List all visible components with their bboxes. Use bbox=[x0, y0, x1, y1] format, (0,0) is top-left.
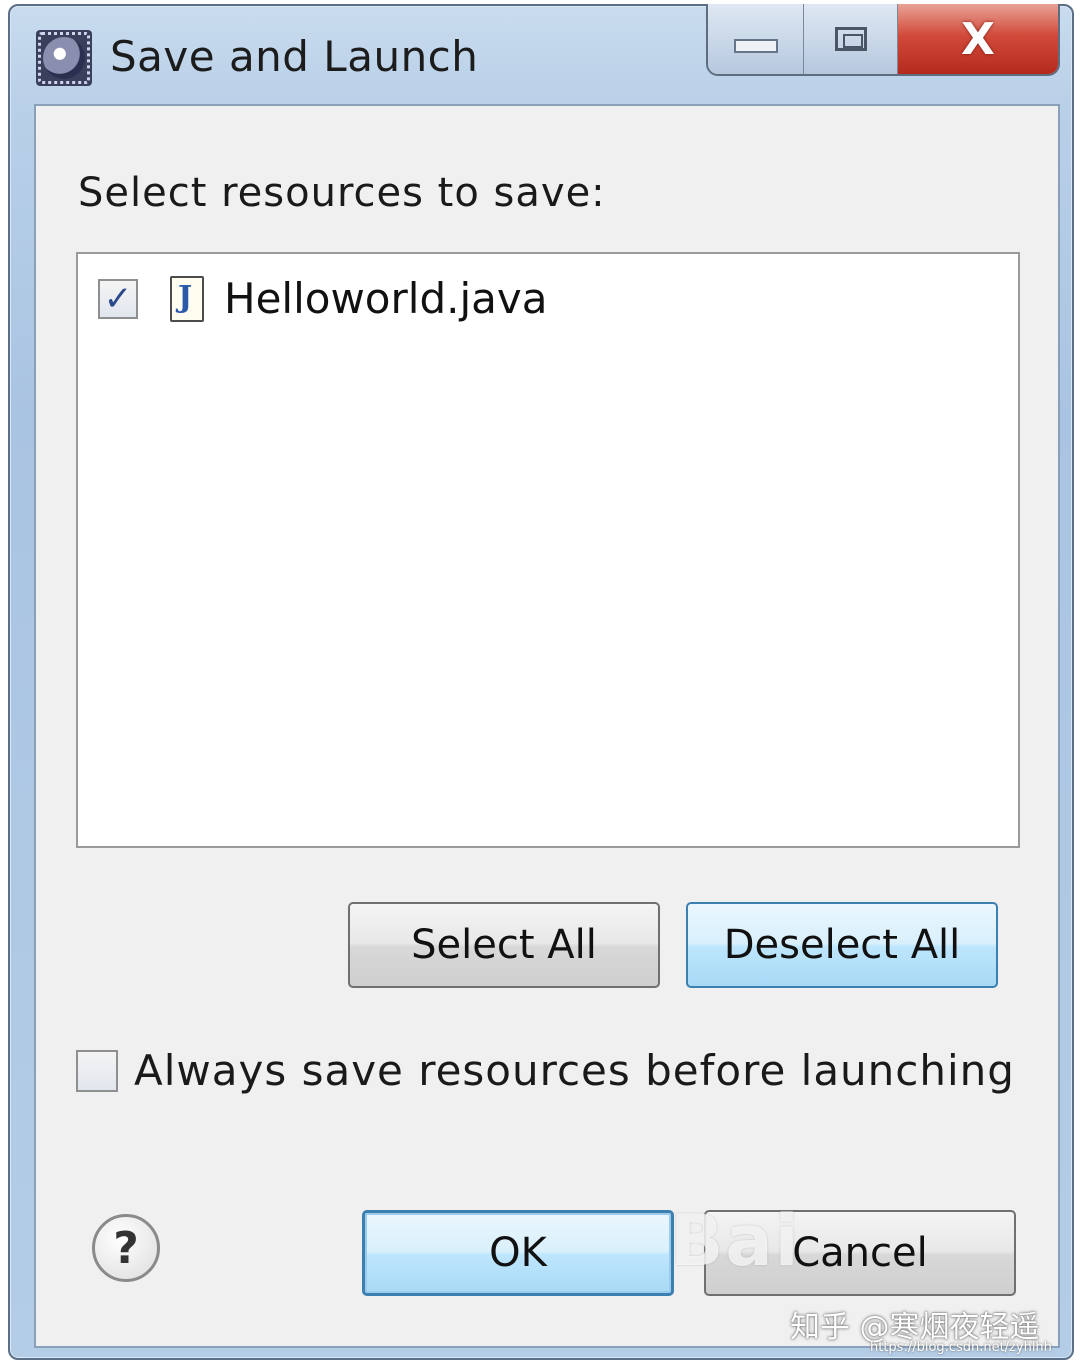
minimize-button[interactable] bbox=[708, 4, 804, 74]
window-title: Save and Launch bbox=[110, 32, 479, 81]
select-all-button[interactable]: Select All bbox=[348, 902, 660, 988]
java-file-icon bbox=[170, 275, 204, 322]
list-item[interactable]: ✓ Helloworld.java bbox=[98, 274, 547, 323]
close-icon: X bbox=[961, 13, 995, 65]
title-bar[interactable]: Save and Launch X bbox=[10, 4, 1072, 106]
maximize-icon bbox=[834, 27, 867, 51]
always-save-label: Always save resources before launching bbox=[134, 1046, 1015, 1095]
ok-button[interactable]: OK bbox=[362, 1210, 674, 1296]
deselect-all-button[interactable]: Deselect All bbox=[686, 902, 998, 988]
close-button[interactable]: X bbox=[898, 4, 1058, 74]
resources-list[interactable]: ✓ Helloworld.java bbox=[76, 252, 1020, 848]
always-save-checkbox[interactable] bbox=[76, 1049, 118, 1092]
eclipse-icon bbox=[36, 30, 92, 86]
dialog-body: Select resources to save: ✓ Helloworld.j… bbox=[34, 104, 1060, 1348]
help-icon[interactable]: ? bbox=[92, 1214, 160, 1282]
resource-name: Helloworld.java bbox=[224, 274, 548, 323]
window-controls: X bbox=[706, 4, 1060, 76]
cancel-button[interactable]: Cancel bbox=[704, 1210, 1016, 1296]
dialog-window: Save and Launch X Select resources to sa… bbox=[8, 4, 1074, 1360]
always-save-option[interactable]: Always save resources before launching bbox=[76, 1046, 1015, 1095]
maximize-button[interactable] bbox=[804, 4, 898, 74]
minimize-icon bbox=[733, 39, 778, 53]
resources-label: Select resources to save: bbox=[78, 170, 606, 216]
resource-checkbox[interactable]: ✓ bbox=[98, 278, 138, 319]
